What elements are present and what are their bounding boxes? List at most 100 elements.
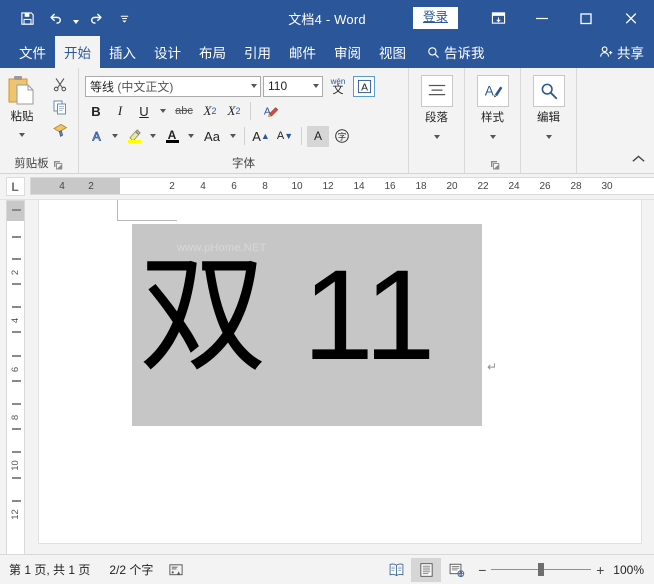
paragraph-body[interactable]: 段落 xyxy=(409,71,464,156)
ruler-tick: 12 xyxy=(322,180,334,192)
editing-label: 编辑 xyxy=(537,112,560,124)
tab-layout[interactable]: 布局 xyxy=(190,36,235,68)
vruler-dash xyxy=(12,283,21,285)
maximize-icon[interactable] xyxy=(564,0,608,36)
close-icon[interactable] xyxy=(608,0,654,36)
collapse-ribbon-icon[interactable] xyxy=(631,151,646,169)
tab-home[interactable]: 开始 xyxy=(55,36,100,68)
clipboard-dialog-launcher[interactable] xyxy=(53,159,64,170)
font-divider-2 xyxy=(244,127,245,145)
undo-dropdown-icon[interactable] xyxy=(70,5,81,31)
document-page[interactable]: www.pHome.NET 双 11 ↵ xyxy=(38,200,642,544)
character-border-icon[interactable]: A xyxy=(353,75,375,97)
zoom-control[interactable]: − + xyxy=(471,562,613,578)
zoom-out-button[interactable]: − xyxy=(477,562,487,578)
font-group-label: 字体 xyxy=(79,156,499,173)
page-indicator[interactable]: 第 1 页, 共 1 页 xyxy=(9,561,99,578)
highlight-color-icon[interactable] xyxy=(123,126,145,147)
vruler-tick: 8 xyxy=(10,414,21,421)
font-size-chevron-down-icon[interactable] xyxy=(313,84,319,88)
clear-formatting-icon[interactable]: A xyxy=(256,101,282,122)
redo-icon[interactable] xyxy=(83,5,109,31)
font-color-dropdown-icon[interactable] xyxy=(185,126,197,147)
tab-references[interactable]: 引用 xyxy=(235,36,280,68)
paragraph-dropdown-icon[interactable] xyxy=(433,126,440,144)
italic-button[interactable]: I xyxy=(109,101,131,122)
format-painter-icon[interactable] xyxy=(49,120,71,140)
customize-qat-icon[interactable] xyxy=(111,5,137,31)
undo-icon[interactable] xyxy=(42,5,68,31)
tab-insert[interactable]: 插入 xyxy=(100,36,145,68)
ruler-tick: 20 xyxy=(446,180,458,192)
strikethrough-button[interactable]: abc xyxy=(171,101,197,122)
tab-view[interactable]: 视图 xyxy=(370,36,415,68)
tab-mailings[interactable]: 邮件 xyxy=(280,36,325,68)
character-shading-icon[interactable]: A xyxy=(307,125,329,147)
horizontal-ruler[interactable]: 4 2 2 4 6 8 10 12 14 16 18 20 22 24 26 2… xyxy=(30,177,654,195)
tell-me-box[interactable]: 告诉我 xyxy=(415,36,493,68)
grow-font-button[interactable]: A ▲ xyxy=(250,126,272,147)
ribbon-display-options-icon[interactable] xyxy=(476,0,520,36)
tab-stop-selector[interactable]: L xyxy=(0,174,30,199)
editing-dropdown-icon[interactable] xyxy=(545,126,552,144)
cut-icon[interactable] xyxy=(49,74,71,94)
editing-find-icon[interactable] xyxy=(532,75,565,107)
phonetic-guide-icon[interactable]: wén 文 xyxy=(325,76,351,97)
font-color-icon[interactable]: A xyxy=(161,126,183,147)
underline-dropdown-icon[interactable] xyxy=(157,101,169,122)
vruler-dash xyxy=(12,236,21,238)
zoom-level[interactable]: 100% xyxy=(613,563,654,577)
copy-icon[interactable] xyxy=(49,97,71,117)
underline-button[interactable]: U xyxy=(133,101,155,122)
view-print-layout-icon[interactable] xyxy=(411,557,442,582)
zoom-slider-thumb[interactable] xyxy=(538,563,545,576)
clipboard-label-text: 剪贴板 xyxy=(14,158,49,170)
save-icon[interactable] xyxy=(14,5,40,31)
styles-icon[interactable]: A xyxy=(476,75,509,107)
document-canvas[interactable]: www.pHome.NET 双 11 ↵ xyxy=(30,200,654,554)
styles-dropdown-icon[interactable] xyxy=(489,126,496,144)
paste-button[interactable]: 粘贴 xyxy=(0,71,44,142)
sign-in-button[interactable]: 登录 xyxy=(412,7,458,29)
proofing-status-icon[interactable] xyxy=(162,562,193,578)
highlight-dropdown-icon[interactable] xyxy=(147,126,159,147)
share-button[interactable]: 共享 xyxy=(595,36,654,68)
svg-text:A: A xyxy=(484,84,494,99)
vruler-dash xyxy=(12,258,21,260)
group-paragraph: 段落 xyxy=(408,68,464,173)
view-read-mode-icon[interactable] xyxy=(381,558,411,582)
editor-area: 2 4 6 8 10 12 www.pHome.NET 双 11 ↵ xyxy=(0,200,654,554)
editing-body[interactable]: 编辑 xyxy=(521,71,576,156)
enclose-character-icon[interactable]: 字 xyxy=(331,126,353,147)
minimize-icon[interactable] xyxy=(520,0,564,36)
view-web-layout-icon[interactable] xyxy=(441,558,471,582)
vertical-ruler-strip: 2 4 6 8 10 12 xyxy=(6,200,25,554)
svg-text:A: A xyxy=(92,129,101,143)
tab-file[interactable]: 文件 xyxy=(10,36,55,68)
text-effects-dropdown-icon[interactable] xyxy=(109,126,121,147)
vruler-dash xyxy=(12,331,21,333)
subscript-button[interactable]: X2 xyxy=(199,101,221,122)
vruler-tick: 12 xyxy=(10,509,21,520)
zoom-in-button[interactable]: + xyxy=(595,562,605,578)
tab-review[interactable]: 审阅 xyxy=(325,36,370,68)
font-size-value: 110 xyxy=(268,79,288,93)
zoom-slider[interactable] xyxy=(491,563,592,576)
change-case-button[interactable]: Aa xyxy=(199,126,225,147)
word-count[interactable]: 2/2 个字 xyxy=(99,561,162,578)
paragraph-icon[interactable] xyxy=(420,75,453,107)
shrink-font-button[interactable]: A ▼ xyxy=(274,126,296,147)
font-size-combo[interactable]: 110 xyxy=(263,75,323,97)
quick-access-toolbar xyxy=(0,5,137,31)
font-name-chevron-down-icon[interactable] xyxy=(251,84,257,88)
styles-body[interactable]: A 样式 xyxy=(465,71,520,156)
highlight-color-swatch xyxy=(127,140,141,143)
font-name-combo[interactable]: 等线 (中文正文) xyxy=(85,75,261,97)
superscript-button[interactable]: X2 xyxy=(223,101,245,122)
paste-dropdown-icon[interactable] xyxy=(19,124,25,142)
vertical-ruler[interactable]: 2 4 6 8 10 12 xyxy=(0,200,30,554)
text-effects-icon[interactable]: A xyxy=(85,126,107,147)
bold-button[interactable]: B xyxy=(85,101,107,122)
tab-design[interactable]: 设计 xyxy=(145,36,190,68)
change-case-dropdown-icon[interactable] xyxy=(227,126,239,147)
